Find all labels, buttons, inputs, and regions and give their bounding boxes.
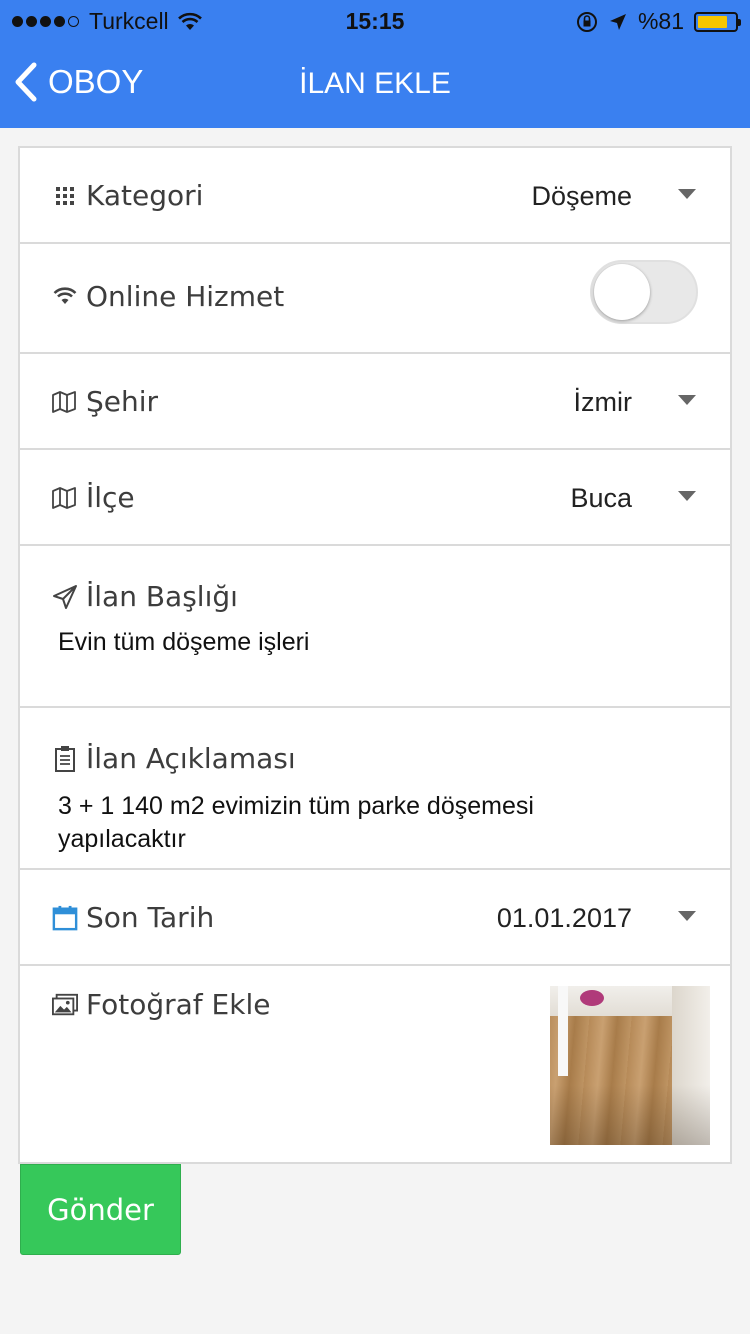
city-label: Şehir [86,385,159,418]
map-icon [52,485,78,511]
orientation-lock-icon [576,11,597,32]
chevron-down-icon[interactable] [678,911,696,921]
deadline-value[interactable]: 01.01.2017 [497,903,632,934]
deadline-label-group: Son Tarih [52,901,214,934]
battery-level [698,15,728,28]
battery-icon [694,11,741,32]
description-label-group: İlan Açıklaması [52,742,296,775]
map-icon [52,389,78,415]
grid-icon [52,183,78,209]
district-value[interactable]: Buca [570,483,632,514]
online-service-label: Online Hizmet [86,280,285,313]
deadline-row[interactable]: Son Tarih 01.01.2017 [20,870,730,966]
app-header: Turkcell 15:15 %81 OBOY İLAN EKLE [0,0,750,128]
category-value[interactable]: Döşeme [531,181,632,212]
photo-shade [550,1085,710,1145]
title-label: İlan Başlığı [86,580,238,613]
city-label-group: Şehir [52,385,158,418]
photo-row: Fotoğraf Ekle [20,966,730,1164]
battery-percentage: %81 [637,8,684,34]
paper-plane-icon [52,584,78,610]
category-row[interactable]: Kategori Döşeme [20,148,730,244]
district-row[interactable]: İlçe Buca [20,450,730,546]
description-line: 3 + 1 140 m2 evimizin tüm parke döşemesi [58,792,534,820]
title-row[interactable]: İlan Başlığı Evin tüm döşeme işleri [20,546,730,708]
description-line: yapılacaktır [58,825,186,853]
photo-flower [580,990,604,1006]
status-bar: Turkcell 15:15 %81 [0,0,750,40]
city-row[interactable]: Şehir İzmir [20,354,730,450]
online-service-toggle[interactable] [590,260,698,324]
clipboard-icon [52,745,78,772]
district-label-group: İlçe [52,481,135,514]
online-service-label-group: Online Hizmet [52,280,284,313]
description-input[interactable]: 3 + 1 140 m2 evimizin tüm parke döşemesi… [58,790,690,856]
chevron-down-icon[interactable] [678,189,696,199]
district-label: İlçe [86,481,135,514]
chevron-down-icon[interactable] [678,491,696,501]
chevron-down-icon[interactable] [678,395,696,405]
title-label-group: İlan Başlığı [52,580,238,613]
photo-label-group[interactable]: Fotoğraf Ekle [52,988,270,1021]
category-label: Kategori [86,179,204,212]
photo-furniture [558,986,568,1076]
submit-button[interactable]: Gönder [20,1164,181,1255]
page-title: İLAN EKLE [299,67,451,100]
photo-label: Fotoğraf Ekle [86,988,271,1021]
calendar-icon [52,905,78,931]
city-value[interactable]: İzmir [574,387,632,418]
location-arrow-icon [609,13,626,30]
online-service-row: Online Hizmet [20,244,730,354]
navigation-bar: OBOY İLAN EKLE [0,50,750,120]
wifi-icon [52,284,78,310]
deadline-label: Son Tarih [86,901,215,934]
title-input[interactable]: Evin tüm döşeme işleri [58,626,690,659]
listing-form: Kategori Döşeme Online Hizmet Şehir İzmi… [18,146,732,1164]
toggle-knob [594,264,650,320]
photo-thumbnail[interactable] [550,986,710,1145]
category-label-group: Kategori [52,179,203,212]
description-label: İlan Açıklaması [86,742,296,775]
description-row[interactable]: İlan Açıklaması 3 + 1 140 m2 evimizin tü… [20,708,730,870]
image-icon [52,992,78,1018]
